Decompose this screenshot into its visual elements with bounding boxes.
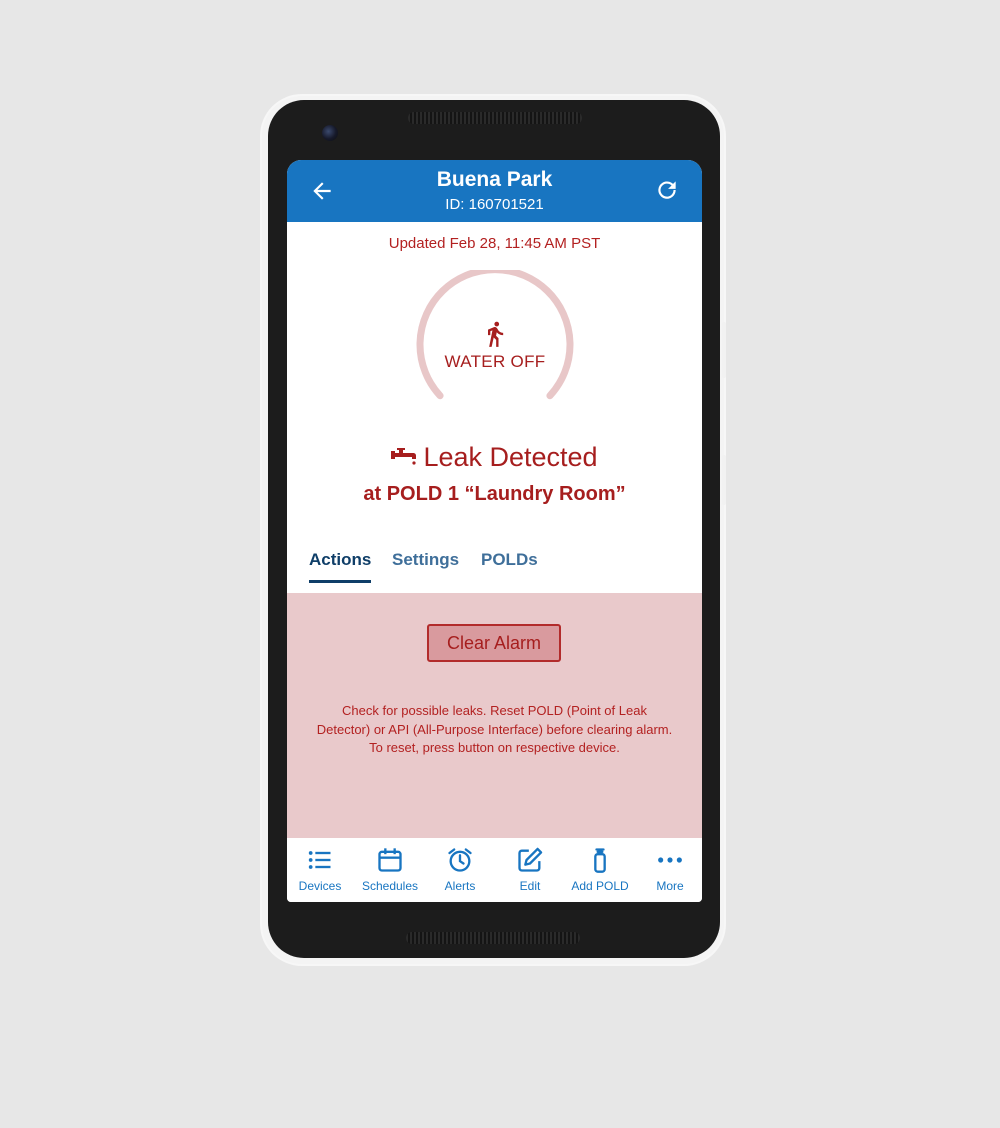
- alarm-instructions: Check for possible leaks. Reset POLD (Po…: [301, 702, 688, 758]
- tab-settings[interactable]: Settings: [392, 550, 459, 580]
- top-speaker: [408, 112, 582, 124]
- alarm-instructions-line2: Detector) or API (All-Purpose Interface)…: [316, 721, 673, 737]
- nav-add-pold-label: Add POLD: [571, 879, 629, 893]
- power-button: [722, 455, 726, 505]
- app-screen: Buena Park ID: 160701521 Updated Feb 28,…: [287, 160, 702, 902]
- nav-schedules-label: Schedules: [361, 879, 419, 893]
- running-person-icon: [488, 321, 504, 347]
- tab-bar: Actions Settings POLDs: [309, 550, 689, 586]
- water-status-label: WATER OFF: [444, 352, 546, 371]
- bottom-speaker: [406, 932, 580, 944]
- front-camera: [322, 125, 338, 141]
- nav-more-label: More: [656, 879, 684, 893]
- more-dots-icon: [658, 857, 682, 863]
- nav-add-pold[interactable]: Add POLD: [565, 846, 635, 893]
- sensor-icon: [594, 848, 606, 873]
- calendar-icon: [378, 848, 402, 872]
- app-header: Buena Park ID: 160701521: [287, 160, 702, 222]
- nav-edit-label: Edit: [519, 879, 541, 893]
- alarm-panel: Clear Alarm Check for possible leaks. Re…: [287, 593, 702, 838]
- nav-edit[interactable]: Edit: [495, 846, 565, 893]
- list-icon: [308, 851, 331, 869]
- alarm-instructions-line3: To reset, press button on respective dev…: [369, 740, 620, 755]
- last-updated-text: Updated Feb 28, 11:45 AM PST: [388, 235, 601, 252]
- page-title: Buena Park: [436, 168, 553, 191]
- clear-alarm-button[interactable]: Clear Alarm: [427, 624, 561, 662]
- alarm-clock-icon: [448, 848, 472, 872]
- nav-alerts[interactable]: Alerts: [425, 846, 495, 893]
- nav-devices[interactable]: Devices: [287, 846, 355, 893]
- nav-more[interactable]: More: [635, 846, 702, 893]
- device-id: ID: 160701521: [445, 196, 544, 213]
- leak-alert-text: Leak Detected: [423, 442, 598, 472]
- tab-actions[interactable]: Actions: [309, 550, 372, 583]
- tab-polds[interactable]: POLDs: [481, 550, 538, 580]
- edit-icon: [518, 847, 543, 872]
- nav-schedules[interactable]: Schedules: [355, 846, 425, 893]
- refresh-icon[interactable]: [654, 177, 680, 203]
- faucet-icon: [391, 447, 417, 465]
- water-status-gauge: WATER OFF: [410, 266, 580, 420]
- bottom-navigation: Devices Schedules Alerts Edit Add POLD M…: [287, 838, 702, 902]
- alarm-instructions-line1: Check for possible leaks. Reset POLD (Po…: [342, 703, 647, 718]
- leak-alert-title: Leak Detected: [287, 442, 702, 473]
- nav-alerts-label: Alerts: [444, 879, 476, 893]
- leak-location: at POLD 1 “Laundry Room”: [363, 483, 626, 505]
- nav-devices-label: Devices: [298, 879, 342, 893]
- volume-button: [722, 322, 726, 378]
